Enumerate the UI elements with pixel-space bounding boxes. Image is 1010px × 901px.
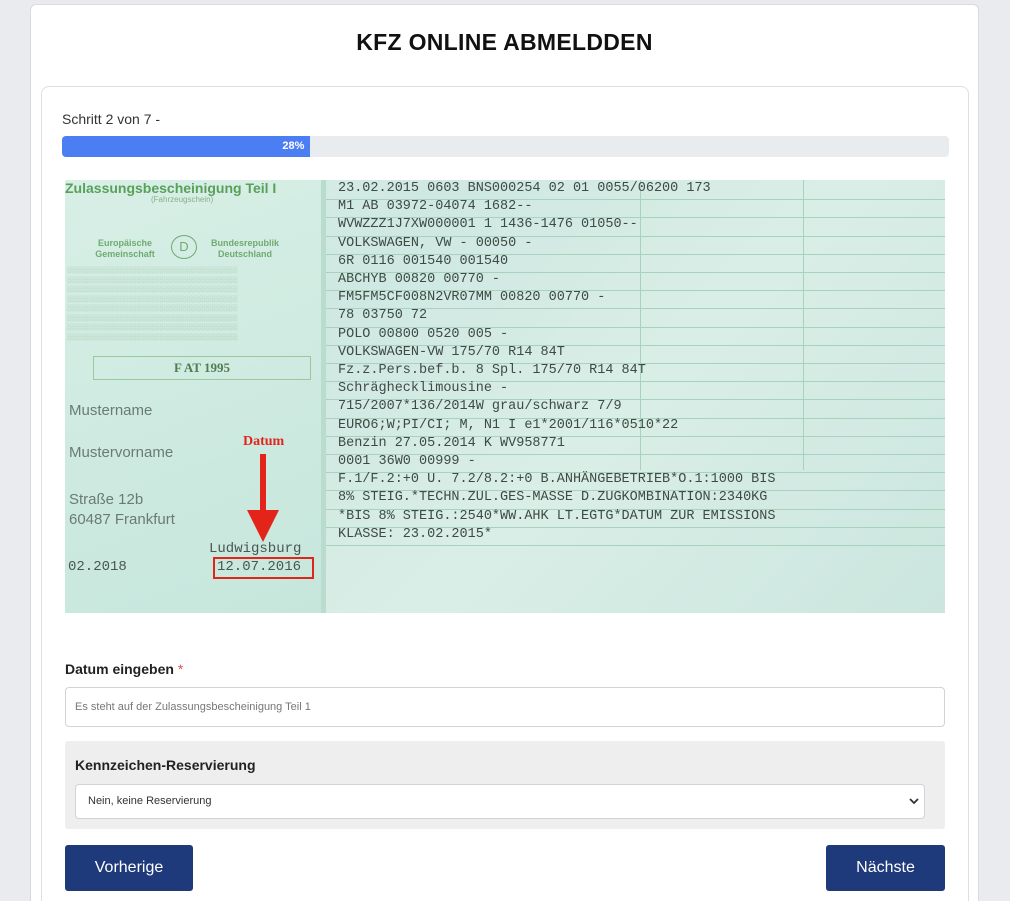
country-emblem: D xyxy=(171,235,197,259)
wizard-card: Schritt 2 von 7 - 28% Zulassungsbeschein… xyxy=(41,86,969,901)
progress-bar: 28% xyxy=(62,136,949,157)
date-field-label: Datum eingeben * xyxy=(65,661,184,677)
reservation-selected-value: Nein, keine Reservierung xyxy=(88,795,212,807)
document-data-row: 23.02.2015 0603 BNS000254 02 01 0055/062… xyxy=(338,181,711,196)
holder-city: 60487 Frankfurt xyxy=(69,511,175,528)
reservation-title: Kennzeichen-Reservierung xyxy=(75,757,256,773)
document-title: Zulassungsbescheinigung Teil I xyxy=(65,180,277,196)
document-data-row: 0001 36W0 00999 - xyxy=(338,454,476,469)
document-data-row: Schräghecklimousine - xyxy=(338,381,509,397)
document-data-row: 8% STEIG.*TECHN.ZUL.GES-MASSE D.ZUGKOMBI… xyxy=(338,490,768,506)
document-data-row: 715/2007*136/2014W grau/schwarz 7/9 xyxy=(338,399,622,415)
hu-date: 02.2018 xyxy=(68,559,127,575)
document-data-row: EURO6;W;PI/CI; M, N1 I e1*2001/116*0510*… xyxy=(338,417,679,433)
next-button[interactable]: Nächste xyxy=(826,845,945,891)
page-container: KFZ ONLINE ABMELDDEN Schritt 2 von 7 - 2… xyxy=(30,4,979,901)
document-data-row: 6R 0116 001540 001540 xyxy=(338,253,509,269)
document-data-row: VOLKSWAGEN, VW - 00050 - xyxy=(338,235,533,251)
document-data-row: M1 AB 03972-04074 1682-- xyxy=(338,199,533,215)
document-data-row: WVWZZZ1J7XW000001 1 1436-1476 01050-- xyxy=(338,217,638,233)
document-data-row: KLASSE: 23.02.2015* xyxy=(338,526,492,542)
document-data-row: VOLKSWAGEN-VW 175/70 R14 84T xyxy=(338,344,565,360)
document-data-row: ABCHYB 00820 00770 - xyxy=(338,272,501,287)
holder-street: Straße 12b xyxy=(69,491,144,508)
reservation-select[interactable]: Nein, keine Reservierung xyxy=(75,784,925,819)
previous-button[interactable]: Vorherige xyxy=(65,845,193,891)
holder-name: Mustername xyxy=(69,402,153,419)
document-data-row: Fz.z.Pers.bef.b. 8 Spl. 175/70 R14 84T xyxy=(338,363,646,378)
eu-label: Europäische Gemeinschaft xyxy=(95,238,155,259)
document-divider xyxy=(321,180,326,613)
document-data-row: *BIS 8% STEIG.:2540*WW.AHK LT.EGTG*DATUM… xyxy=(338,508,776,524)
red-arrow-icon xyxy=(247,454,279,542)
document-grid-column xyxy=(803,180,804,470)
registration-document-image: Zulassungsbescheinigung Teil I (Fahrzeug… xyxy=(65,180,945,613)
required-marker: * xyxy=(177,661,184,677)
page-title: KFZ ONLINE ABMELDDEN xyxy=(356,29,653,55)
country-label: Bundesrepublik Deutschland xyxy=(210,238,279,259)
date-highlight-box xyxy=(213,557,314,579)
document-subtitle: (Fahrzeugschein) xyxy=(151,195,214,204)
document-data-row: FM5FM5CF008N2VR07MM 00820 00770 - xyxy=(338,290,606,306)
document-data-row: Benzin 27.05.2014 K WV958771 xyxy=(338,435,565,451)
document-code-box: F AT 1995 xyxy=(93,356,311,380)
datum-annotation-label: Datum xyxy=(243,434,285,449)
reservation-section: Kennzeichen-Reservierung Nein, keine Res… xyxy=(65,741,945,829)
document-data-row: F.1/F.2:+0 U. 7.2/8.2:+0 B.ANHÄNGEBETRIE… xyxy=(338,472,776,488)
progress-fill: 28% xyxy=(62,136,311,157)
holder-first-name: Mustervorname xyxy=(69,444,174,461)
chevron-down-icon xyxy=(909,798,919,805)
step-indicator: Schritt 2 von 7 - xyxy=(62,111,161,127)
document-data-row: POLO 00800 0520 005 - xyxy=(338,326,509,342)
date-input[interactable] xyxy=(65,687,945,727)
document-data-row: 78 03750 72 xyxy=(338,308,428,324)
document-fine-print: ░░░░░░░░░░░░░░░░░░░░░░░░░░░░░░░░░░░░░ ░░… xyxy=(67,267,238,341)
document-grid-line xyxy=(326,545,945,546)
